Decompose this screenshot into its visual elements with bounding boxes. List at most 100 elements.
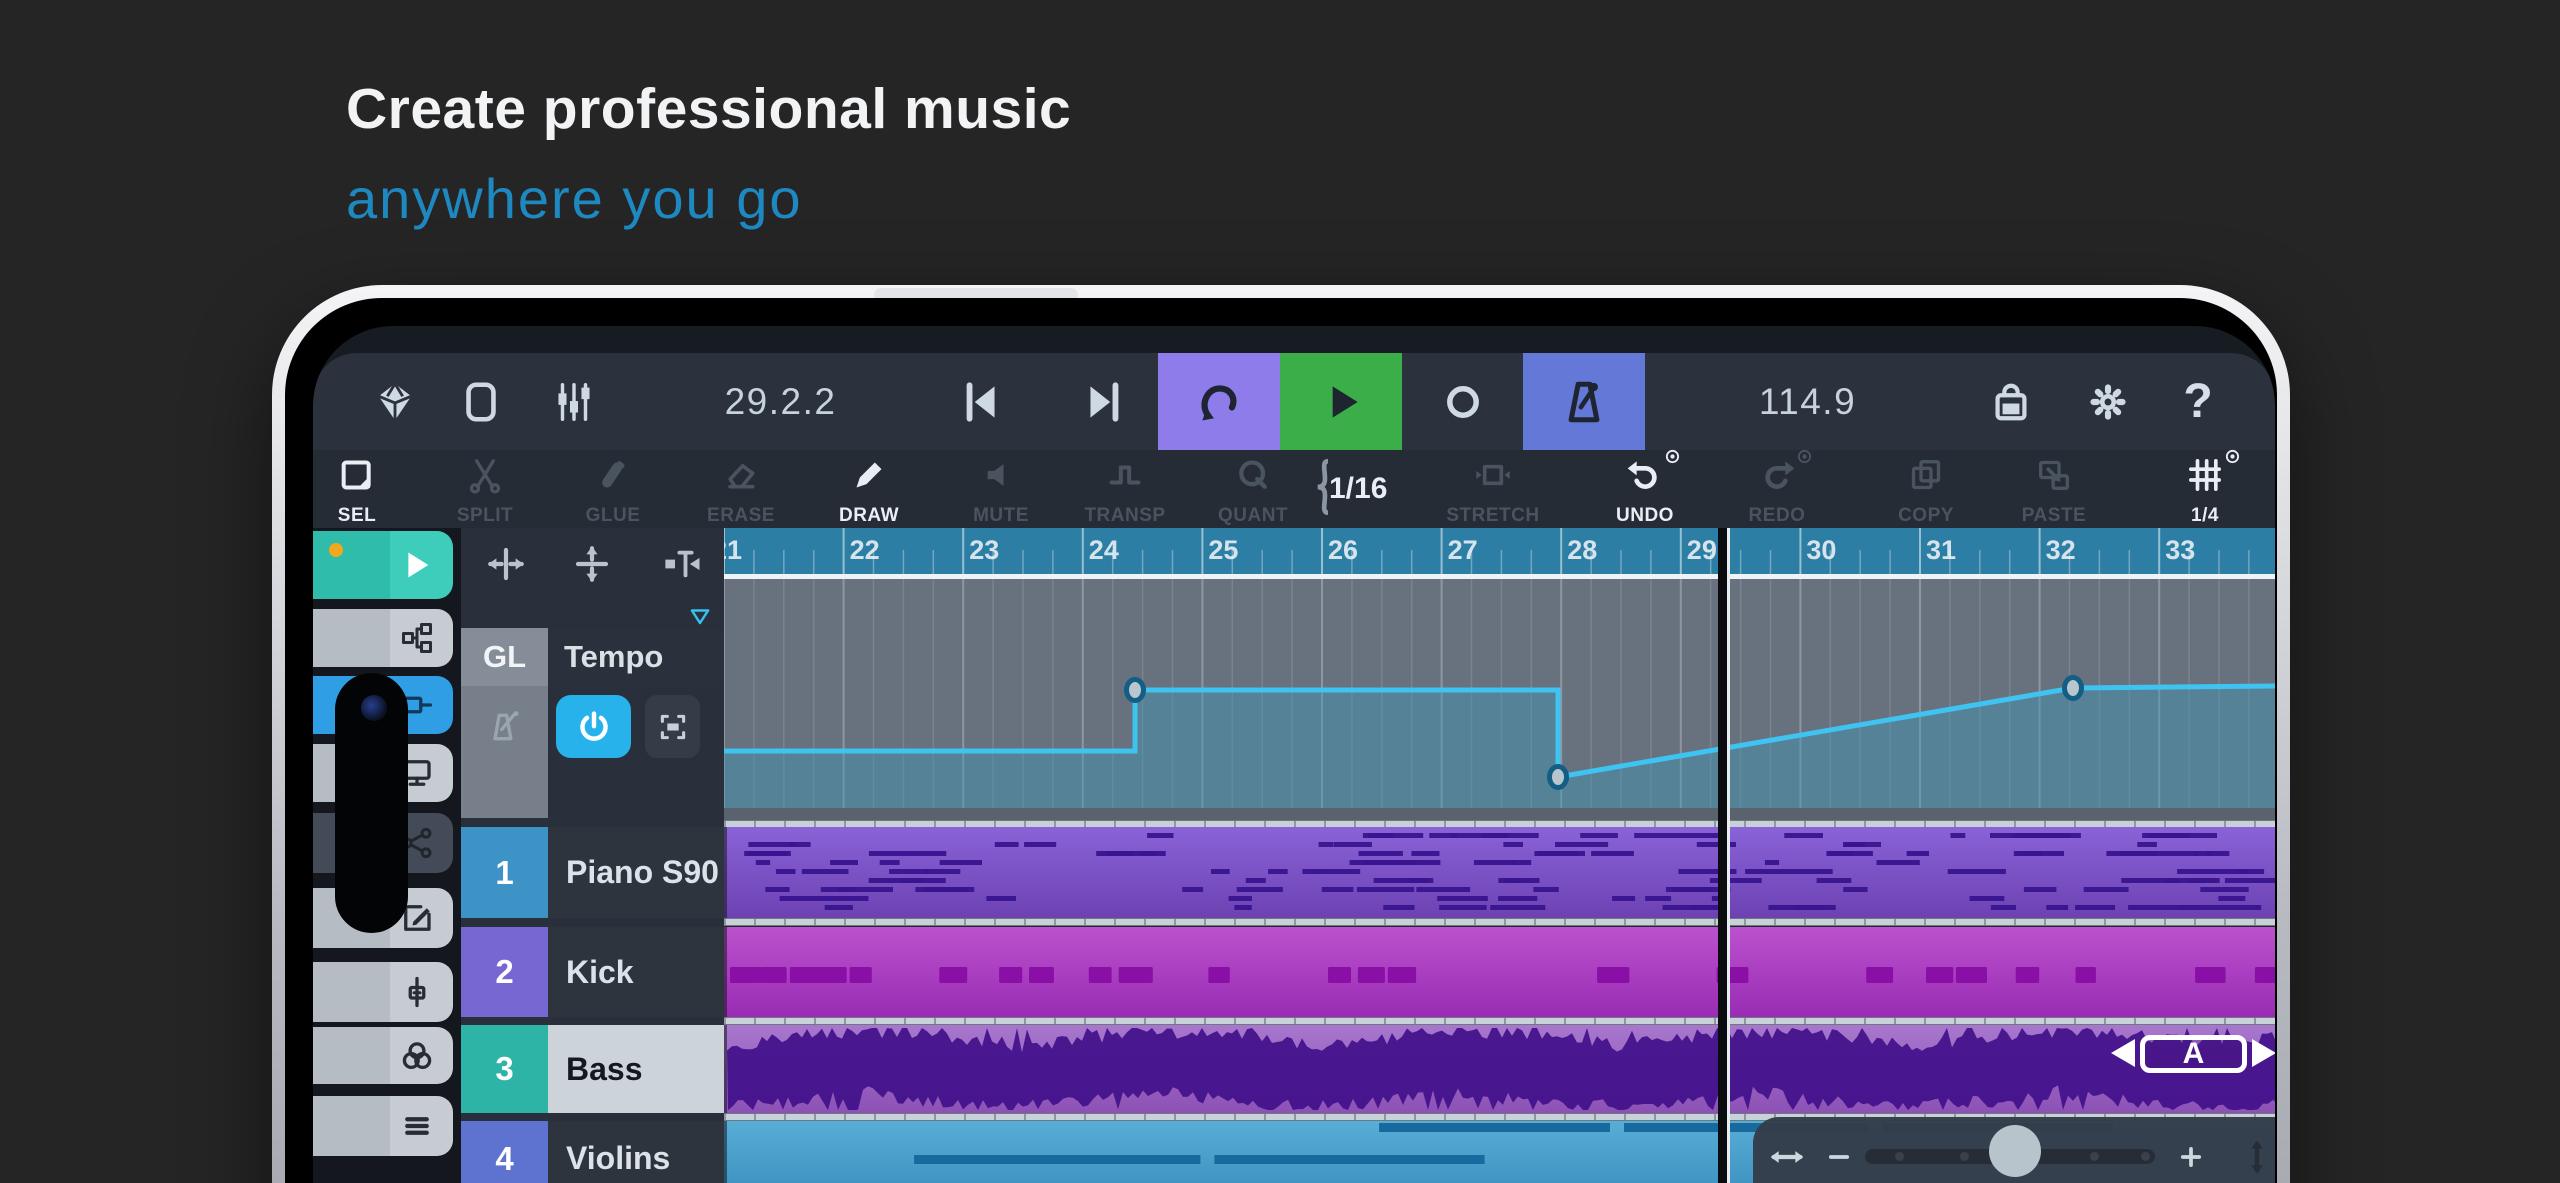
- track-header-kick[interactable]: 2Kick: [461, 927, 724, 1017]
- bag-icon[interactable]: [1981, 353, 2041, 450]
- tool-label: TRANSP: [1084, 506, 1165, 526]
- phone-bezel: 29.2.2 114.9 ? 1/16 SEL SPLIT GLUE ERASE DRA…: [285, 298, 2277, 1183]
- timeline-split-divider[interactable]: [1718, 528, 1731, 1183]
- track-header-violins[interactable]: 4Violins: [461, 1121, 724, 1183]
- tempo-tool-icon[interactable]: [475, 695, 535, 758]
- tool-undo[interactable]: UNDO: [1585, 454, 1705, 526]
- zoom-out-button[interactable]: [1825, 1143, 1853, 1171]
- tool-sel[interactable]: SEL: [313, 454, 417, 526]
- record-button[interactable]: [1431, 353, 1495, 450]
- tool-erase[interactable]: ERASE: [681, 454, 801, 526]
- roundsq-icon[interactable]: [451, 353, 511, 450]
- marker-left-arrow-icon[interactable]: [2111, 1039, 2135, 1067]
- diamond-icon[interactable]: [365, 353, 425, 450]
- tempo-automation-lane[interactable]: [724, 579, 2275, 808]
- zoom-slider-dot: [2090, 1152, 2099, 1161]
- track-name: Piano S90: [548, 827, 724, 918]
- zoom-slider-knob[interactable]: [1989, 1125, 2041, 1177]
- vsplit-icon[interactable]: [571, 543, 613, 585]
- bar-ruler[interactable]: 21222324252627282930313233: [724, 528, 2275, 574]
- collapse-triangle-icon[interactable]: [687, 604, 713, 630]
- svg-text:26: 26: [1328, 535, 1358, 565]
- tool-label: MUTE: [973, 506, 1029, 526]
- tool-transp[interactable]: TRANSP: [1065, 454, 1185, 526]
- tool-mute[interactable]: MUTE: [941, 454, 1061, 526]
- track-number: 4: [461, 1121, 548, 1183]
- hsplit-icon[interactable]: [485, 543, 527, 585]
- sidebar-blend-button[interactable]: [313, 1027, 453, 1084]
- region-kick[interactable]: [724, 927, 2275, 1017]
- copy-icon: [1906, 454, 1946, 496]
- record-ready-dot-icon: [329, 543, 343, 557]
- skip-forward-button[interactable]: [1072, 353, 1136, 450]
- tool-copy[interactable]: COPY: [1866, 454, 1986, 526]
- metronome-button[interactable]: [1523, 353, 1645, 450]
- track-name: Bass: [548, 1025, 724, 1113]
- tool-label: SEL: [338, 506, 376, 526]
- hero-title: Create professional music: [346, 76, 1071, 142]
- track-header-panel: GL Tempo 1Piano S902Kick3Bass 4Violins: [461, 528, 724, 1183]
- v-zoom-arrows-icon[interactable]: [2237, 1137, 2275, 1177]
- tempo-lane-label[interactable]: Tempo: [548, 628, 724, 686]
- tool-label: 1/4: [2191, 506, 2219, 526]
- tool-label: DRAW: [839, 506, 899, 526]
- svg-text:23: 23: [969, 535, 999, 565]
- h-zoom-arrows-icon[interactable]: [1767, 1137, 1807, 1177]
- tool-draw[interactable]: DRAW: [809, 454, 929, 526]
- marketing-screenshot: Create professional music anywhere you g…: [0, 0, 2560, 1183]
- sidebar-play-button[interactable]: [313, 531, 453, 599]
- svg-text:22: 22: [850, 535, 880, 565]
- tool-redo[interactable]: REDO: [1717, 454, 1837, 526]
- track-header-bass[interactable]: 3Bass: [461, 1025, 724, 1113]
- tool-label: UNDO: [1616, 506, 1674, 526]
- quantize-value[interactable]: 1/16: [1329, 450, 1387, 528]
- track-number: 3: [461, 1025, 548, 1113]
- tool-glue[interactable]: GLUE: [553, 454, 673, 526]
- region-piano-s90[interactable]: [724, 827, 2275, 918]
- mixer-icon[interactable]: [544, 353, 604, 450]
- svg-text:30: 30: [1806, 535, 1836, 565]
- sidebar-menu-button[interactable]: [313, 1096, 453, 1156]
- zoom-in-button[interactable]: [2177, 1143, 2205, 1171]
- tool-stretch[interactable]: STRETCH: [1433, 454, 1553, 526]
- tempo-frame-button[interactable]: [645, 695, 700, 758]
- tool-label: REDO: [1749, 506, 1806, 526]
- tool-label: QUANT: [1218, 506, 1288, 526]
- draw-icon: [849, 454, 889, 496]
- camera-notch: [335, 673, 408, 933]
- zoom-control-panel: [1753, 1117, 2275, 1183]
- transp-icon: [1105, 454, 1145, 496]
- position-display[interactable]: 29.2.2: [693, 353, 868, 450]
- hero-subtitle: anywhere you go: [346, 166, 803, 231]
- sidebar-fader-button[interactable]: [313, 962, 453, 1022]
- arranger-marker[interactable]: A: [2140, 1035, 2247, 1073]
- tool-grid[interactable]: 1/4: [2145, 454, 2265, 526]
- phone-mockup: 29.2.2 114.9 ? 1/16 SEL SPLIT GLUE ERASE DRA…: [272, 285, 2290, 1183]
- sidebar-routing-button[interactable]: [313, 609, 453, 667]
- track-name: Kick: [548, 927, 724, 1017]
- track-number: 1: [461, 827, 548, 918]
- tempo-power-button[interactable]: [556, 695, 631, 758]
- tempo-display[interactable]: 114.9: [1720, 353, 1895, 450]
- quant-icon: [1233, 454, 1273, 496]
- play-button[interactable]: [1280, 353, 1402, 450]
- gear-icon[interactable]: [2078, 353, 2138, 450]
- global-lane-badge: GL: [461, 628, 548, 686]
- tool-label: ERASE: [707, 506, 775, 526]
- stretch-icon: [1473, 454, 1513, 496]
- marker-right-arrow-icon[interactable]: [2252, 1039, 2275, 1067]
- tool-label: SPLIT: [457, 506, 513, 526]
- tool-quant[interactable]: QUANT: [1193, 454, 1313, 526]
- cycle-button[interactable]: [1158, 353, 1280, 450]
- svg-text:25: 25: [1208, 535, 1238, 565]
- region-bass[interactable]: [724, 1025, 2275, 1113]
- undo-icon: [1625, 454, 1665, 496]
- inserttrack-icon[interactable]: [661, 543, 703, 585]
- tool-paste[interactable]: PASTE: [1994, 454, 2114, 526]
- track-header-piano-s90[interactable]: 1Piano S90: [461, 827, 724, 918]
- tool-split[interactable]: SPLIT: [425, 454, 545, 526]
- paste-icon: [2034, 454, 2074, 496]
- zoom-slider-dot: [1960, 1152, 1969, 1161]
- help-icon[interactable]: ?: [2168, 353, 2228, 450]
- skip-back-button[interactable]: [949, 353, 1013, 450]
